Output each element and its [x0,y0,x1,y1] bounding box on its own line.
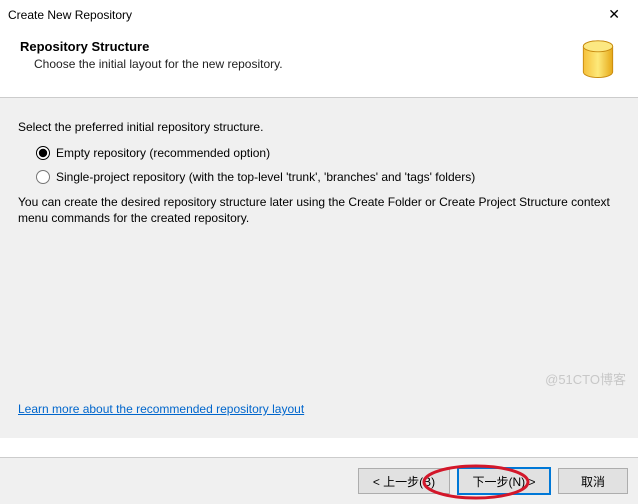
learn-more-link[interactable]: Learn more about the recommended reposit… [18,402,304,416]
structure-prompt: Select the preferred initial repository … [18,120,620,134]
radio-empty-label: Empty repository (recommended option) [56,146,270,160]
cancel-button[interactable]: 取消 [558,468,628,494]
radio-single-project[interactable]: Single-project repository (with the top-… [36,170,620,184]
wizard-content: Select the preferred initial repository … [0,98,638,438]
radio-single-input[interactable] [36,170,50,184]
radio-empty-repository[interactable]: Empty repository (recommended option) [36,146,620,160]
structure-radio-group: Empty repository (recommended option) Si… [36,146,620,184]
radio-empty-input[interactable] [36,146,50,160]
close-icon[interactable]: ✕ [598,6,630,23]
watermark-text: @51CTO博客 [545,369,626,388]
window-title: Create New Repository [8,8,132,22]
radio-single-label: Single-project repository (with the top-… [56,170,475,184]
database-icon [578,39,618,83]
window-titlebar: Create New Repository ✕ [0,0,638,29]
header-heading: Repository Structure [20,39,283,54]
header-text: Repository Structure Choose the initial … [20,39,283,71]
wizard-footer: < 上一步(B) 下一步(N) > 取消 [0,457,638,504]
structure-note: You can create the desired repository st… [18,194,620,226]
back-button[interactable]: < 上一步(B) [358,468,450,494]
next-button[interactable]: 下一步(N) > [458,468,550,494]
header-subheading: Choose the initial layout for the new re… [34,57,283,71]
wizard-header: Repository Structure Choose the initial … [0,29,638,98]
